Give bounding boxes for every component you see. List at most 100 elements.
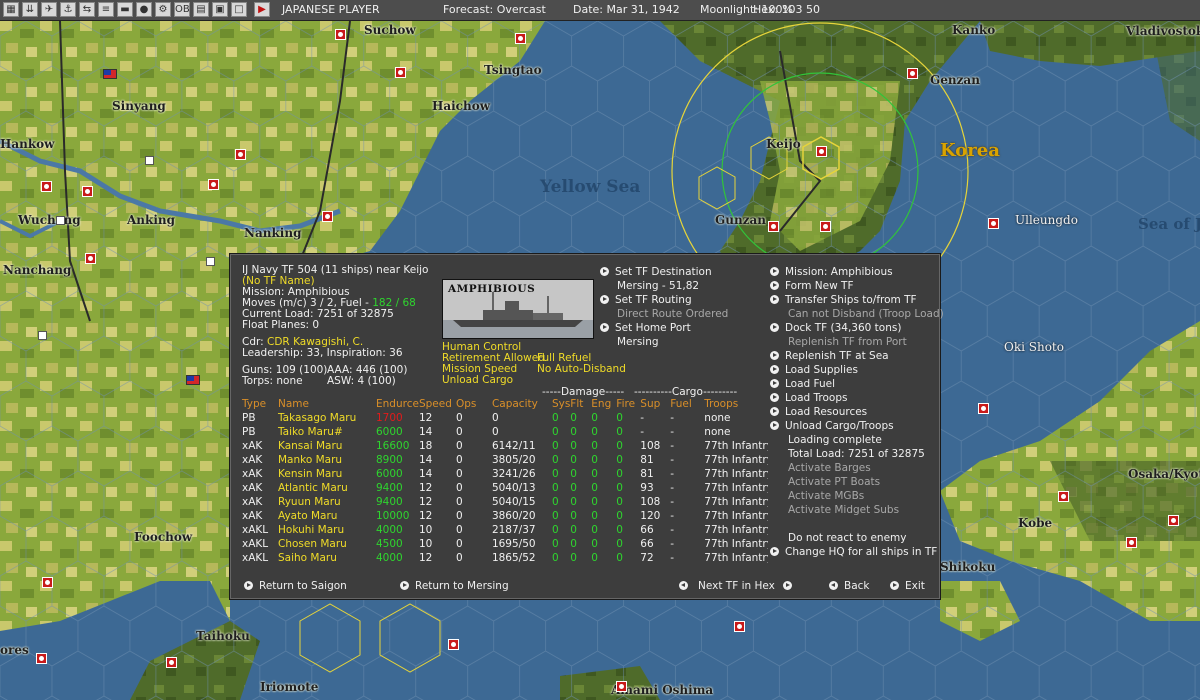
unit-marker[interactable] <box>208 179 219 190</box>
tf-menu-item[interactable]: Load Resources <box>770 406 867 419</box>
ship-row[interactable]: xAKL Hokuhi Maru 4000 10 0 2187/37 0 0 0 0 66-77th… <box>242 523 768 537</box>
ship-cell-name[interactable]: Manko Maru <box>278 453 376 467</box>
city-shikoku[interactable]: Shikoku <box>940 560 995 574</box>
ship-row[interactable]: xAK Manko Maru 8900 14 0 3805/20 0 0 0 0 81-77th I… <box>242 453 768 467</box>
column-header-endurce[interactable]: Endurce <box>376 397 419 411</box>
unit-marker[interactable] <box>335 29 346 40</box>
swap-icon[interactable]: ⇆ <box>79 2 95 17</box>
tf-menu-item[interactable]: Form New TF <box>770 280 853 293</box>
end-turn-icon[interactable]: ▶ <box>254 2 270 17</box>
unload-cargo-toggle[interactable]: Unload Cargo <box>442 374 513 387</box>
ship-cell-name[interactable]: Atlantic Maru <box>278 481 376 495</box>
unit-marker[interactable] <box>42 577 53 588</box>
column-header-ops[interactable]: Ops <box>456 397 492 411</box>
arrow-right-icon[interactable] <box>782 581 792 590</box>
ship-row[interactable]: xAK Ryuun Maru 9400 12 0 5040/15 0 0 0 0 108-77th … <box>242 495 768 509</box>
tf-menu-item[interactable]: Change HQ for all ships in TF <box>770 546 937 559</box>
unit-marker[interactable] <box>36 653 47 664</box>
ship-cell-name[interactable]: Kansai Maru <box>278 439 376 453</box>
ship-cell-name[interactable]: Kensin Maru <box>278 467 376 481</box>
city-anking[interactable]: Anking <box>127 213 175 227</box>
tf-menu-item[interactable]: Unload Cargo/Troops <box>770 420 894 433</box>
city-ulleungdo[interactable]: Ulleungdo <box>1015 213 1078 227</box>
unit-marker[interactable] <box>235 149 246 160</box>
gear-icon[interactable]: ⚙ <box>155 2 171 17</box>
set-destination-button[interactable]: Set TF Destination <box>600 266 712 279</box>
unit-marker[interactable] <box>978 403 989 414</box>
city-vladivostok[interactable]: Vladivostok <box>1126 24 1200 38</box>
unit-marker[interactable] <box>907 68 918 79</box>
tf-menu-item[interactable]: Do not react to enemy <box>788 532 906 545</box>
tf-menu-item[interactable]: Load Supplies <box>770 364 858 377</box>
city-hankow[interactable]: Hankow <box>0 137 55 151</box>
city-iriomote[interactable]: Iriomote <box>260 680 318 694</box>
city-sinyang[interactable]: Sinyang <box>112 99 166 113</box>
base-marker[interactable] <box>145 156 154 165</box>
ship-row[interactable]: xAKL Saiho Maru 4000 12 0 1865/52 0 0 0 0 72-77th … <box>242 551 768 565</box>
base-marker[interactable] <box>206 257 215 266</box>
city-gunzan[interactable]: Gunzan <box>715 213 766 227</box>
ship-cell-name[interactable]: Saiho Maru <box>278 551 376 565</box>
ship-row[interactable]: xAK Kansai Maru 16600 18 0 6142/11 0 0 0 0 108-77t… <box>242 439 768 453</box>
arrow-left-icon[interactable] <box>679 581 688 590</box>
city-foochow[interactable]: Foochow <box>134 530 192 544</box>
unit-marker[interactable] <box>166 657 177 668</box>
column-header-troops[interactable]: Troops <box>704 397 768 411</box>
ship-cell-name[interactable]: Taiko Maru# <box>278 425 376 439</box>
tf-menu-item[interactable]: Load Troops <box>770 392 847 405</box>
city-genzan[interactable]: Genzan <box>930 73 980 87</box>
ship-row[interactable]: xAK Ayato Maru 10000 12 0 3860/20 0 0 0 0 120-77th… <box>242 509 768 523</box>
city-nanking[interactable]: Nanking <box>244 226 301 240</box>
tiles-icon[interactable]: ▦ <box>3 2 19 17</box>
report-icon[interactable]: ▤ <box>193 2 209 17</box>
unit-marker[interactable] <box>734 621 745 632</box>
column-header-speed[interactable]: Speed <box>419 397 456 411</box>
unit-marker[interactable] <box>1126 537 1137 548</box>
city-haichow[interactable]: Haichow <box>432 99 490 113</box>
globe-icon[interactable]: ● <box>136 2 152 17</box>
return-mersing-button[interactable]: Return to Mersing <box>400 580 509 593</box>
column-header-sys[interactable]: Sys <box>552 397 570 411</box>
ship-row[interactable]: xAK Atlantic Maru 9400 12 0 5040/13 0 0 0 0 93-77t… <box>242 481 768 495</box>
next-tf-button[interactable]: Next TF in Hex <box>679 580 798 593</box>
column-header-type[interactable]: Type <box>242 397 278 411</box>
unit-marker[interactable] <box>82 186 93 197</box>
city-ores[interactable]: ores <box>0 643 29 657</box>
ship-row[interactable]: xAK Kensin Maru 6000 14 0 3241/26 0 0 0 0 81-77th … <box>242 467 768 481</box>
unit-marker[interactable] <box>988 218 999 229</box>
column-header-name[interactable]: Name <box>278 397 376 411</box>
unit-marker[interactable] <box>768 221 779 232</box>
unit-marker[interactable] <box>816 146 827 157</box>
unit-marker[interactable] <box>41 181 52 192</box>
auto-disband-toggle[interactable]: No Auto-Disband <box>537 363 626 376</box>
unit-marker[interactable] <box>395 67 406 78</box>
ship-cell-name[interactable]: Chosen Maru <box>278 537 376 551</box>
unit-marker[interactable] <box>1168 515 1179 526</box>
ship-row[interactable]: xAKL Chosen Maru 4500 10 0 1695/50 0 0 0 0 66-77th… <box>242 537 768 551</box>
ship-row[interactable]: PB Taiko Maru# 6000 14 0 0 0 0 0 0- - none <box>242 425 768 439</box>
unit-marker[interactable] <box>85 253 96 264</box>
base-marker[interactable] <box>38 331 47 340</box>
save-icon[interactable]: ▣ <box>212 2 228 17</box>
exit-button[interactable]: Exit <box>890 580 925 593</box>
column-header-eng[interactable]: Eng <box>591 397 616 411</box>
set-home-port-button[interactable]: Set Home Port <box>600 322 691 335</box>
base-marker[interactable] <box>56 216 65 225</box>
ob-icon[interactable]: OB <box>174 2 190 17</box>
return-saigon-button[interactable]: Return to Saigon <box>244 580 347 593</box>
column-header-sup[interactable]: Sup <box>640 397 670 411</box>
city-kanko[interactable]: Kanko <box>952 23 995 37</box>
ship-icon[interactable]: ⚓ <box>60 2 76 17</box>
submarine-icon[interactable]: ▬ <box>117 2 133 17</box>
city-taihoku[interactable]: Taihoku <box>196 629 250 643</box>
city-keijo[interactable]: Keijo <box>766 137 801 151</box>
unit-marker[interactable] <box>515 33 526 44</box>
ship-cell-name[interactable]: Ayato Maru <box>278 509 376 523</box>
list-icon[interactable]: ≡ <box>98 2 114 17</box>
monitor-icon[interactable]: □ <box>231 2 247 17</box>
ship-cell-name[interactable]: Ryuun Maru <box>278 495 376 509</box>
city-nanchang[interactable]: Nanchang <box>3 263 71 277</box>
city-wuchang[interactable]: Wuchang <box>18 213 81 227</box>
tf-menu-item[interactable]: Transfer Ships to/from TF <box>770 294 917 307</box>
tf-menu-item[interactable]: Total Load: 7251 of 32875 <box>788 448 925 461</box>
